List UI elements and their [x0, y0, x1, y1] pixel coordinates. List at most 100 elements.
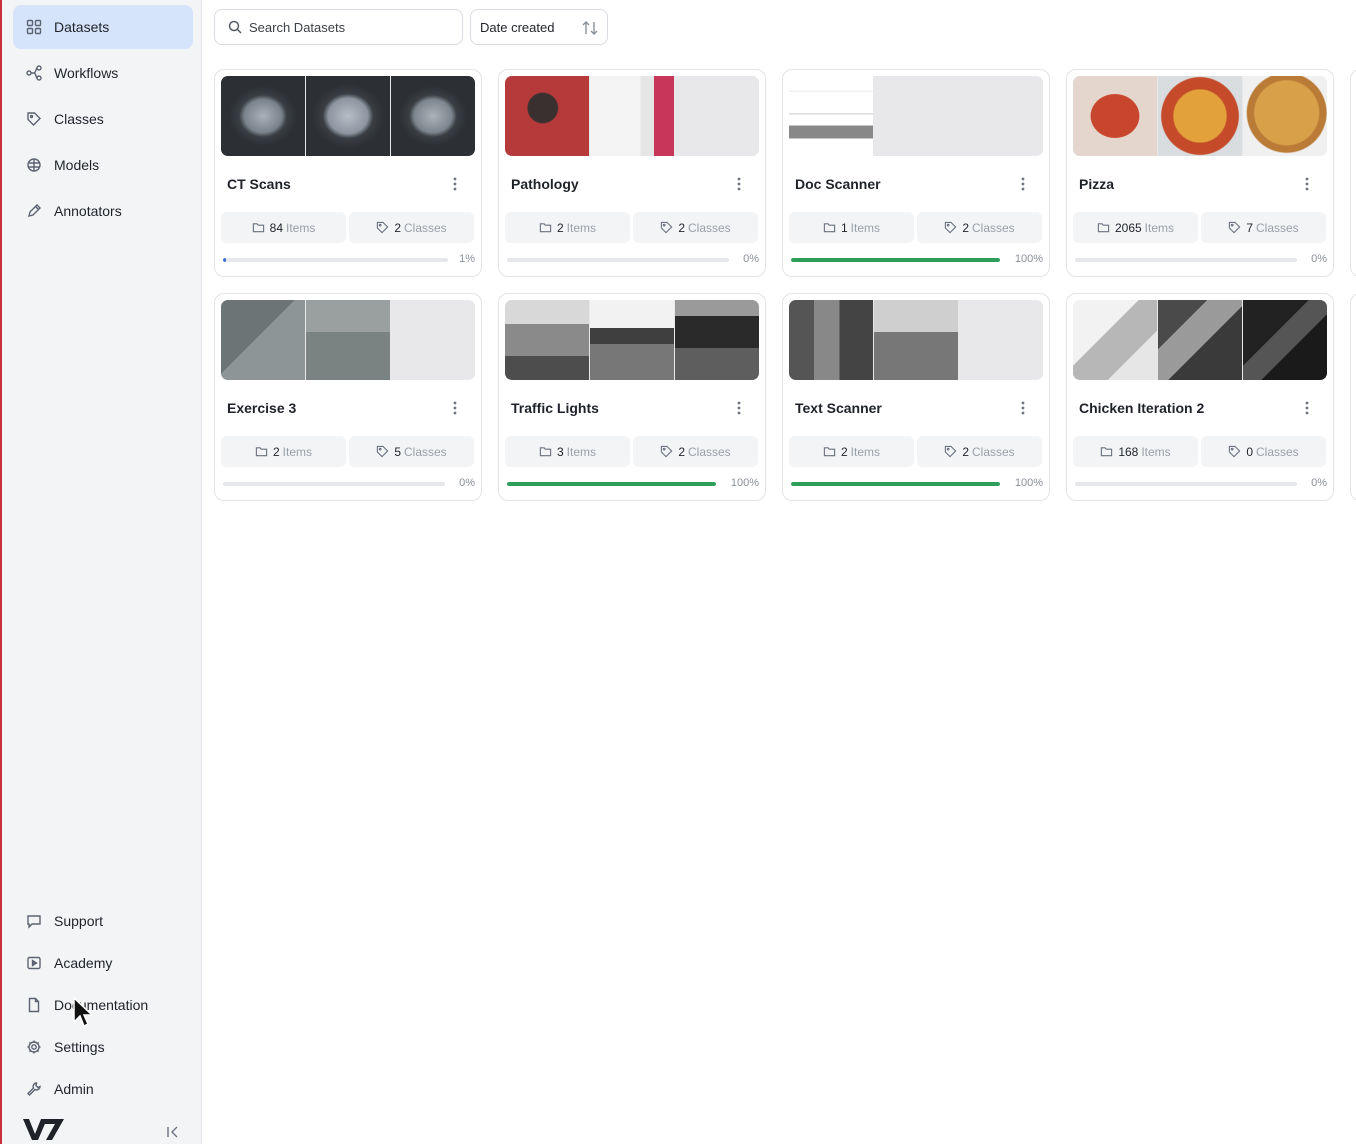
sidebar-item-settings[interactable]: Settings	[13, 1025, 193, 1069]
items-count: 1	[840, 220, 848, 235]
items-label: Items	[1144, 220, 1175, 235]
dataset-card[interactable]: Exercise 3 2 Items 5 Classes 0%	[214, 293, 482, 501]
pen-icon	[25, 202, 43, 220]
items-count-button[interactable]: 2 Items	[789, 436, 914, 467]
partial-dataset-card[interactable]	[1350, 293, 1356, 501]
tag-icon	[661, 445, 673, 458]
items-count-button[interactable]: 1 Items	[789, 212, 914, 243]
dataset-thumbnail	[1158, 300, 1242, 380]
more-options-icon[interactable]	[447, 176, 463, 192]
sidebar-item-documentation[interactable]: Documentation	[13, 983, 193, 1027]
tag-icon	[945, 221, 957, 234]
items-count-button[interactable]: 3 Items	[505, 436, 630, 467]
dataset-thumbnail	[1158, 76, 1242, 156]
classes-label: Classes	[1256, 220, 1299, 235]
sidebar-item-classes[interactable]: Classes	[13, 97, 193, 141]
dataset-thumbnails	[789, 300, 1043, 380]
more-options-icon[interactable]	[731, 176, 747, 192]
sidebar-item-support[interactable]: Support	[13, 899, 193, 943]
dataset-card[interactable]: CT Scans 84 Items 2 Classes 1%	[214, 69, 482, 277]
sidebar-item-admin[interactable]: Admin	[13, 1067, 193, 1111]
items-label: Items	[566, 444, 597, 459]
classes-label: Classes	[688, 220, 731, 235]
grid-icon	[25, 18, 43, 36]
classes-count-button[interactable]: 2 Classes	[349, 212, 474, 243]
dataset-card[interactable]: Traffic Lights 3 Items 2 Classes 100%	[498, 293, 766, 501]
collapse-sidebar-icon[interactable]	[165, 1124, 181, 1140]
folder-icon	[539, 223, 552, 233]
dataset-card[interactable]: Text Scanner 2 Items 2 Classes 100%	[782, 293, 1050, 501]
v7-logo	[23, 1119, 64, 1140]
sidebar-item-models[interactable]: Models	[13, 143, 193, 187]
dataset-card[interactable]: Chicken Iteration 2 168 Items 0 Classes …	[1066, 293, 1334, 501]
classes-count-button[interactable]: 2 Classes	[633, 212, 758, 243]
dataset-thumbnail	[874, 76, 958, 156]
tag-icon	[377, 221, 389, 234]
dataset-thumbnail	[959, 300, 1043, 380]
sort-icon[interactable]	[581, 19, 599, 37]
items-count: 168	[1118, 444, 1139, 459]
items-count-button[interactable]: 2065 Items	[1073, 212, 1198, 243]
dataset-thumbnails	[789, 76, 1043, 156]
dataset-thumbnail	[391, 300, 475, 380]
more-options-icon[interactable]	[1015, 400, 1031, 416]
more-options-icon[interactable]	[1015, 176, 1031, 192]
items-count-button[interactable]: 2 Items	[221, 436, 346, 467]
more-options-icon[interactable]	[1299, 176, 1315, 192]
sidebar-item-label: Models	[54, 157, 100, 173]
gear-icon	[25, 1038, 43, 1056]
search-input[interactable]	[249, 19, 449, 35]
classes-count-button[interactable]: 0 Classes	[1201, 436, 1326, 467]
progress-percent: 100%	[1014, 253, 1043, 265]
dataset-thumbnail	[306, 300, 390, 380]
classes-count-button[interactable]: 7 Classes	[1201, 212, 1326, 243]
classes-count-button[interactable]: 5 Classes	[349, 436, 474, 467]
sidebar-item-annotators[interactable]: Annotators	[13, 189, 193, 233]
sidebar: Datasets Workflows Classes Models Annota…	[0, 0, 202, 1144]
classes-label: Classes	[1256, 444, 1299, 459]
progress-percent: 0%	[743, 253, 759, 265]
dataset-name: Doc Scanner	[795, 176, 881, 192]
sidebar-item-label: Annotators	[54, 203, 122, 219]
progress-percent: 1%	[459, 253, 475, 265]
dataset-card[interactable]: Pathology 2 Items 2 Classes 0%	[498, 69, 766, 277]
classes-count: 5	[394, 444, 401, 459]
dataset-thumbnail	[1073, 76, 1157, 156]
dataset-thumbnail	[221, 76, 305, 156]
sidebar-item-datasets[interactable]: Datasets	[13, 5, 193, 49]
more-options-icon[interactable]	[1299, 400, 1315, 416]
items-label: Items	[286, 220, 316, 235]
more-options-icon[interactable]	[447, 400, 463, 416]
dataset-thumbnail	[391, 76, 475, 156]
items-count-button[interactable]: 2 Items	[505, 212, 630, 243]
items-count-button[interactable]: 84 Items	[221, 212, 346, 243]
brain-icon	[25, 156, 43, 174]
partial-dataset-card[interactable]	[1350, 69, 1356, 277]
progress-percent: 100%	[1014, 477, 1043, 489]
folder-icon	[823, 223, 836, 233]
sidebar-item-label: Classes	[54, 111, 104, 127]
items-label: Items	[282, 444, 313, 459]
items-count: 2	[840, 444, 848, 459]
classes-count-button[interactable]: 2 Classes	[917, 436, 1042, 467]
classes-count: 2	[962, 444, 969, 459]
dataset-thumbnail	[590, 300, 674, 380]
classes-count-button[interactable]: 2 Classes	[633, 436, 758, 467]
sidebar-item-academy[interactable]: Academy	[13, 941, 193, 985]
items-count-button[interactable]: 168 Items	[1073, 436, 1198, 467]
items-label: Items	[850, 444, 881, 459]
classes-label: Classes	[972, 444, 1015, 459]
folder-icon	[1097, 223, 1110, 233]
classes-count-button[interactable]: 2 Classes	[917, 212, 1042, 243]
tag-icon	[1229, 221, 1241, 234]
sort-dropdown[interactable]: Date created	[470, 9, 608, 45]
chat-icon	[25, 912, 43, 930]
sidebar-item-workflows[interactable]: Workflows	[13, 51, 193, 95]
more-options-icon[interactable]	[731, 400, 747, 416]
dataset-card[interactable]: Pizza 2065 Items 7 Classes 0%	[1066, 69, 1334, 277]
dataset-thumbnails	[221, 76, 475, 156]
dataset-card[interactable]: Doc Scanner 1 Items 2 Classes 100%	[782, 69, 1050, 277]
progress-bar	[507, 482, 716, 486]
items-count: 84	[269, 220, 283, 235]
dataset-thumbnail	[675, 300, 759, 380]
